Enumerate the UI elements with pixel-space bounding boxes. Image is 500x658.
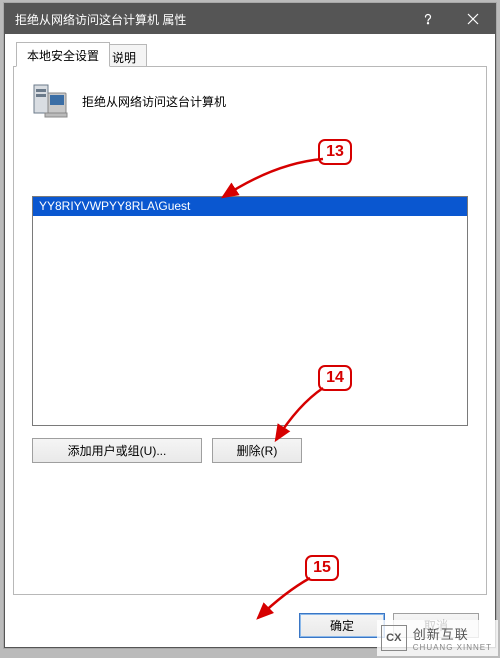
help-icon (421, 12, 435, 26)
client-area: 说明 本地安全设置 拒绝从网络访问这台计算机 (5, 34, 495, 647)
watermark-glyph: CX (381, 625, 407, 651)
policy-title: 拒绝从网络访问这台计算机 (82, 93, 226, 110)
ok-button[interactable]: 确定 (299, 613, 385, 638)
button-label: 删除(R) (237, 442, 278, 459)
annotation-14: 14 (318, 365, 352, 391)
annotation-13: 13 (318, 139, 352, 165)
titlebar[interactable]: 拒绝从网络访问这台计算机 属性 (5, 4, 495, 34)
principals-listbox[interactable]: YY8RIYVWPYY8RLA\Guest (32, 196, 468, 426)
watermark-en: CHUANG XINNET (413, 643, 492, 652)
policy-header: 拒绝从网络访问这台计算机 (32, 81, 468, 121)
window-title: 拒绝从网络访问这台计算机 属性 (15, 11, 186, 28)
button-label: 添加用户或组(U)... (68, 442, 167, 459)
properties-dialog: 拒绝从网络访问这台计算机 属性 说明 本地安全设置 (4, 3, 496, 648)
button-label: 确定 (330, 617, 354, 634)
add-user-or-group-button[interactable]: 添加用户或组(U)... (32, 438, 202, 463)
tab-local-security[interactable]: 本地安全设置 (16, 42, 110, 67)
tab-pane: 拒绝从网络访问这台计算机 YY8RIYVWPYY8RLA\Guest 添加用户或… (13, 66, 487, 595)
list-item[interactable]: YY8RIYVWPYY8RLA\Guest (33, 197, 467, 216)
annotation-15: 15 (305, 555, 339, 581)
close-icon (467, 13, 479, 25)
tab-label: 说明 (112, 51, 136, 65)
list-button-row: 添加用户或组(U)... 删除(R) (32, 438, 468, 463)
watermark: CX 创新互联 CHUANG XINNET (377, 620, 498, 656)
remove-button[interactable]: 删除(R) (212, 438, 302, 463)
close-button[interactable] (450, 4, 495, 34)
watermark-cn: 创新互联 (413, 624, 492, 643)
tab-label: 本地安全设置 (27, 49, 99, 63)
help-button[interactable] (405, 4, 450, 34)
tab-strip: 说明 本地安全设置 (13, 42, 487, 68)
policy-icon (32, 81, 68, 121)
